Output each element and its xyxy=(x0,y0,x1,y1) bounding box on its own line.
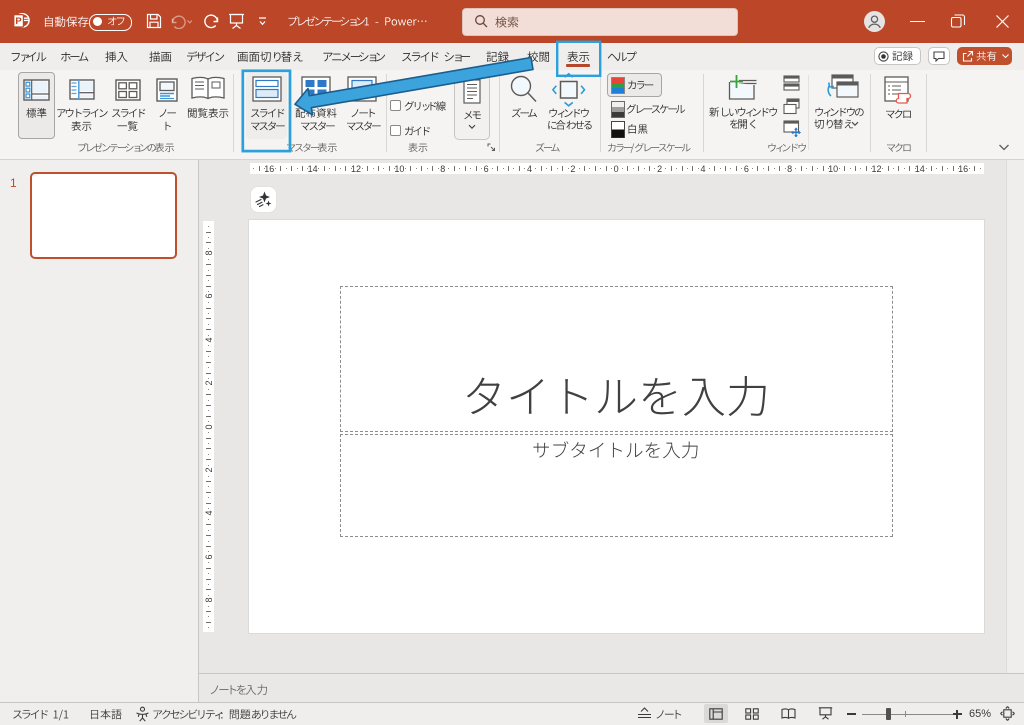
svg-text:P: P xyxy=(15,16,22,27)
